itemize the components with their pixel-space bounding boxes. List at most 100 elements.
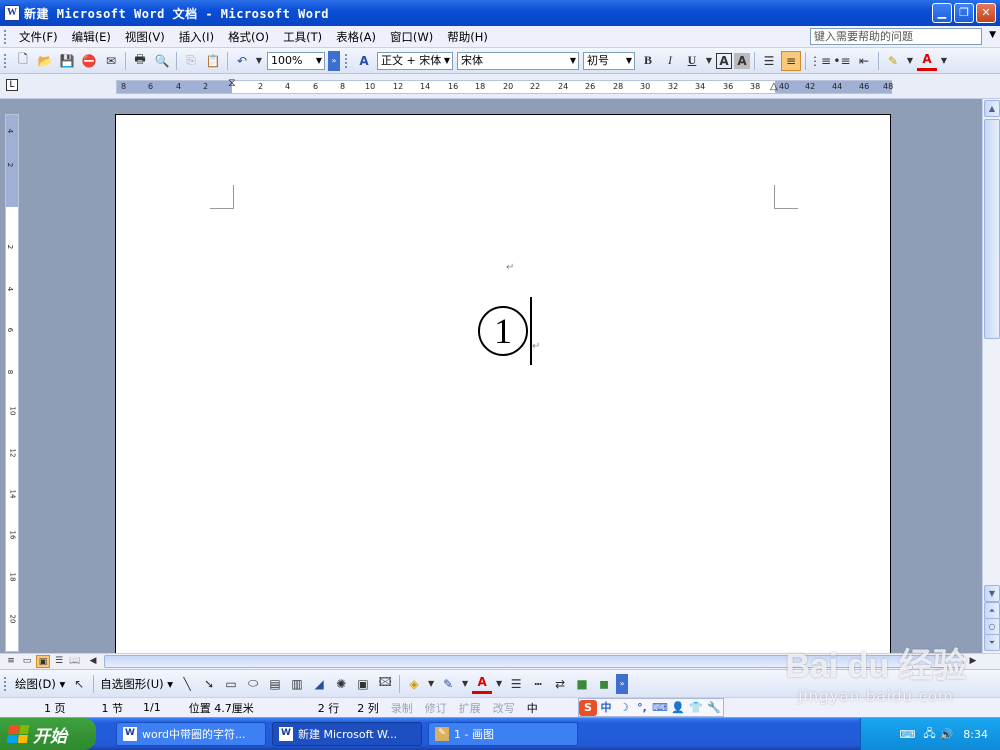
line-tool-icon[interactable]: ╲ xyxy=(177,674,197,694)
scroll-right-button[interactable]: ▶ xyxy=(966,655,980,668)
numbering-icon[interactable]: ⋮≡ xyxy=(809,51,831,71)
italic-button[interactable]: I xyxy=(660,51,680,71)
styles-formatting-icon[interactable]: A xyxy=(354,51,374,71)
toolbar-options-icon[interactable]: » xyxy=(328,50,340,71)
menu-grip[interactable] xyxy=(4,29,8,44)
user-icon[interactable]: 👤 xyxy=(669,700,687,716)
diagram-icon[interactable]: ✺ xyxy=(331,674,351,694)
draw-font-color-button[interactable]: A xyxy=(472,674,493,694)
line-style-icon[interactable]: ☰ xyxy=(506,674,526,694)
style-select[interactable]: 正文 + 宋体 ▼ xyxy=(377,51,453,70)
wordart-icon[interactable]: ◢ xyxy=(309,674,329,694)
shadow-style-icon[interactable]: ■ xyxy=(572,674,592,694)
bullets-icon[interactable]: •≡ xyxy=(832,51,852,71)
arrow-style-icon[interactable]: ⇄ xyxy=(550,674,570,694)
highlight-icon[interactable]: ✎ xyxy=(883,51,903,71)
start-button[interactable]: 开始 xyxy=(0,718,96,750)
menu-table[interactable]: 表格(A) xyxy=(329,29,383,45)
soft-keyboard-icon[interactable]: ⌨ xyxy=(651,700,669,716)
font-color-dropdown-icon[interactable]: ▼ xyxy=(939,51,949,71)
status-track-changes[interactable]: 修订 xyxy=(419,700,453,716)
half-width-icon[interactable]: ☽ xyxy=(615,700,633,716)
arrow-tool-icon[interactable]: ➘ xyxy=(199,674,219,694)
reading-layout-view-icon[interactable]: 📖 xyxy=(68,655,82,668)
vertical-text-box-icon[interactable]: ▥ xyxy=(287,674,307,694)
menu-edit[interactable]: 编辑(E) xyxy=(65,29,118,45)
menu-help[interactable]: 帮助(H) xyxy=(440,29,495,45)
save-icon[interactable]: 💾 xyxy=(57,51,77,71)
vertical-scroll-thumb[interactable] xyxy=(984,119,1000,339)
help-dropdown-icon[interactable]: ▼ xyxy=(989,30,996,40)
drawing-toolbar-grip[interactable] xyxy=(4,676,8,691)
normal-view-icon[interactable]: ≡ xyxy=(4,655,18,668)
ime-settings-icon[interactable]: 🔧 xyxy=(705,700,723,716)
status-overtype[interactable]: 改写 xyxy=(487,700,521,716)
browse-object-button[interactable]: ○ xyxy=(984,618,1000,635)
3d-style-icon[interactable]: ◼ xyxy=(594,674,614,694)
open-folder-icon[interactable]: 📂 xyxy=(35,51,55,71)
paste-icon[interactable]: 📋 xyxy=(203,51,223,71)
sogou-logo-icon[interactable]: S xyxy=(579,699,597,716)
new-document-icon[interactable]: 🗋 xyxy=(13,51,33,71)
fill-color-dropdown-icon[interactable]: ▼ xyxy=(426,674,436,694)
undo-dropdown-icon[interactable]: ▼ xyxy=(254,51,264,71)
close-button[interactable]: ✕ xyxy=(976,3,996,23)
font-color-button[interactable]: A xyxy=(917,51,937,71)
copy-icon[interactable]: ⎘ xyxy=(181,51,201,71)
line-color-icon[interactable]: ✎ xyxy=(438,674,458,694)
underline-dropdown-icon[interactable]: ▼ xyxy=(704,51,714,71)
help-search-input[interactable]: 键入需要帮助的问题 xyxy=(810,28,982,45)
taskbar-item-word-doc2[interactable]: W 新建 Microsoft W... xyxy=(272,722,422,746)
print-preview-icon[interactable]: 🔍 xyxy=(152,51,172,71)
volume-tray-icon[interactable]: 🔊 xyxy=(940,728,954,741)
network-tray-icon[interactable]: 🖧 xyxy=(923,725,935,744)
print-icon[interactable]: 🖶 xyxy=(130,51,150,71)
menu-window[interactable]: 窗口(W) xyxy=(383,29,440,45)
web-layout-view-icon[interactable]: ▭ xyxy=(20,655,34,668)
format-toolbar-grip[interactable] xyxy=(345,53,349,68)
toolbar-grip[interactable] xyxy=(4,53,8,68)
previous-page-button[interactable]: ⏶ xyxy=(984,602,1000,619)
minimize-button[interactable]: ▁ xyxy=(932,3,952,23)
drawing-toolbar-options-icon[interactable]: » xyxy=(616,673,629,694)
outline-view-icon[interactable]: ☰ xyxy=(52,655,66,668)
draw-font-color-dropdown-icon[interactable]: ▼ xyxy=(494,674,504,694)
oval-tool-icon[interactable]: ⬭ xyxy=(243,674,263,694)
status-extend[interactable]: 扩展 xyxy=(453,700,487,716)
punctuation-icon[interactable]: °, xyxy=(633,700,651,716)
status-record[interactable]: 录制 xyxy=(385,700,419,716)
text-box-icon[interactable]: ▤ xyxy=(265,674,285,694)
character-shading-button[interactable]: A xyxy=(734,52,750,69)
ime-mode-toggle[interactable]: 中 xyxy=(597,700,615,716)
document-page[interactable]: ↵ 1 ↵ xyxy=(115,114,891,654)
first-line-indent-marker[interactable]: ⧖ xyxy=(228,76,236,90)
menu-file[interactable]: 文件(F) xyxy=(12,29,65,45)
autoshapes-menu-button[interactable]: 自选图形(U) ▾ xyxy=(97,676,176,692)
menu-tools[interactable]: 工具(T) xyxy=(276,29,329,45)
horizontal-scroll-thumb[interactable] xyxy=(104,655,964,668)
font-select[interactable]: 宋体 ▼ xyxy=(457,51,579,70)
align-center-icon[interactable]: ≡ xyxy=(781,50,801,71)
font-size-select[interactable]: 初号 ▼ xyxy=(583,51,635,70)
taskbar-item-paint[interactable]: ✎ 1 - 画图 xyxy=(428,722,578,746)
justify-icon[interactable]: ☰ xyxy=(759,51,779,71)
decrease-indent-icon[interactable]: ⇤ xyxy=(854,51,874,71)
vertical-scrollbar[interactable]: ▲ ▼ ⏶ ○ ⏷ xyxy=(982,99,1000,653)
menu-format[interactable]: 格式(O) xyxy=(221,29,276,45)
right-indent-marker[interactable]: △ xyxy=(770,81,778,92)
keyboard-tray-icon[interactable]: ⌨ xyxy=(899,728,915,741)
tab-selector[interactable]: L xyxy=(6,79,18,91)
scroll-left-button[interactable]: ◀ xyxy=(86,655,100,668)
insert-picture-icon[interactable]: 🖾 xyxy=(375,674,395,694)
enclosed-character[interactable]: 1 xyxy=(478,306,528,356)
dash-style-icon[interactable]: ┅ xyxy=(528,674,548,694)
scroll-up-button[interactable]: ▲ xyxy=(984,100,1000,117)
word-app-icon[interactable]: W xyxy=(4,5,20,21)
underline-button[interactable]: U xyxy=(682,51,702,71)
taskbar-item-word-doc1[interactable]: W word中带圈的字符... xyxy=(116,722,266,746)
email-icon[interactable]: ✉ xyxy=(101,51,121,71)
print-layout-view-icon[interactable]: ▣ xyxy=(36,655,50,668)
restore-button[interactable]: ❐ xyxy=(954,3,974,23)
permission-icon[interactable]: ⛔ xyxy=(79,51,99,71)
clip-art-icon[interactable]: ▣ xyxy=(353,674,373,694)
